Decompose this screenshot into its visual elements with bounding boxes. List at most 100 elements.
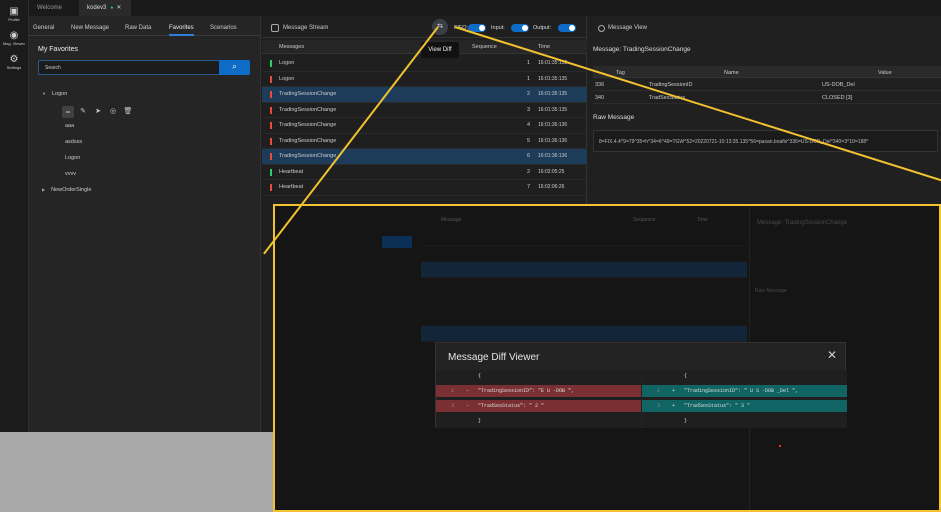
direction-indicator [270,60,272,67]
diff-line: { [642,370,847,382]
side-tabs: General New Message Raw Data Favorites S… [29,16,261,36]
diff-dialog-title: Message Diff Viewer [448,352,540,363]
view-icon[interactable]: ◎ [107,106,119,118]
table-row[interactable]: Logon 1 16:01:35:135 [262,72,587,87]
direction-indicator [270,168,272,176]
tag-table-header: Tag Name Value [593,66,941,78]
message-seq: 5 [526,137,530,144]
tree-item[interactable]: asdsss [65,139,82,145]
message-time: 16:01:36:136 [538,137,568,144]
search-button[interactable]: ⌕ [219,60,250,75]
message-time: 16:01:35:135 [538,106,568,113]
profile-button[interactable]: ▣ Profile [0,6,28,30]
message-stream-header: Message Stream ⇆ FIFO: Input: Output: [262,16,587,38]
value-cell: US-DOB_Del [822,82,855,88]
table-row[interactable]: TradingSessionChange 4 16:01:36:136 [262,118,587,134]
edit-icon[interactable]: ✎ [77,106,89,118]
message-seq: 2 [526,168,530,175]
close-icon[interactable]: ✕ [827,348,837,362]
red-dot [779,445,781,447]
selected-favorite-chip[interactable]: aa [62,106,74,118]
diff-line: 3 - "TradSesStatus": " 2 " [436,400,641,412]
direction-indicator [270,153,272,160]
table-row[interactable]: TradingSessionChange 3 16:01:35:135 [262,103,587,118]
tab-raw-data[interactable]: Raw Data [125,16,151,36]
message-seq: 7 [526,184,530,190]
message-name: Heartbeat [279,168,304,175]
tab-kodev3[interactable]: kodev3 ● ✕ [79,0,131,16]
favorites-title: My Favorites [38,46,79,53]
zoom-search-button [382,236,412,248]
col-tag: Tag [616,70,625,76]
message-seq: 3 [526,106,530,113]
tab-favorites[interactable]: Favorites [169,16,194,36]
table-row[interactable]: TradingSessionChange 2 16:01:35:135 [262,87,587,103]
diff-sign: - [466,403,470,409]
search-field: ⌕ [38,60,250,75]
table-row[interactable]: 336 TradingSessionID US-DOB_Del [593,78,941,91]
tab-general[interactable]: General [33,16,54,36]
tree-item[interactable]: aaa [65,123,74,129]
tree-node-logon[interactable]: ▼ Logon [42,91,67,97]
tab-welcome[interactable]: Welcome [29,0,79,16]
table-row[interactable]: 340 TradSesStatus CLOSED [3] [593,91,941,104]
zoom-message-heading: Message: TradingSessionChange [757,220,848,226]
tree-item[interactable]: vvvv [65,171,76,177]
tree-node-neworder[interactable]: ▶ NewOrderSingle [42,187,91,193]
col-sequence[interactable]: Sequence [472,44,497,50]
name-cell: TradingSessionID [649,82,693,88]
table-row[interactable]: Logon 1 16:01:35:132 [262,56,587,72]
activity-bar: ▣ Profile ◉ Msg. Viewer ⚙ Settings [0,0,29,432]
diff-line: } [642,415,847,427]
settings-label: Settings [6,65,22,70]
delete-icon[interactable]: 🗑 [122,106,134,118]
table-row[interactable]: Heartbeat 2 16:02:05:25 [262,165,587,180]
line-number: 3 [657,403,661,409]
raw-message-box: 8=FIX.4.4^9=79^35=h^34=6^49=TGW^52=20220… [593,130,938,152]
col-value: Value [878,70,892,76]
message-time: 16:01:36:136 [538,122,568,128]
tab-scenarios[interactable]: Scenarios [210,16,237,36]
tab-new-message[interactable]: New Message [71,16,109,36]
col-time[interactable]: Time [538,44,550,50]
message-time: 16:02:05:25 [538,168,565,175]
input-label: Input: [491,25,505,31]
direction-indicator [270,122,272,129]
search-input[interactable] [39,61,219,74]
message-name: TradingSessionChange [279,106,337,113]
send-icon[interactable]: ➤ [92,106,104,118]
tag-cell: 336 [595,82,605,88]
connected-dot-icon: ● [110,5,114,11]
col-messages[interactable]: Messages [279,44,304,50]
search-icon: ⌕ [232,62,237,71]
diff-sign: - [466,388,470,394]
tree-item[interactable]: Logon [65,155,80,161]
output-toggle[interactable] [558,24,576,32]
document-tabbar: Welcome kodev3 ● ✕ [29,0,941,16]
message-seq: 6 [526,153,530,159]
diff-line: } [436,415,641,427]
output-label: Output: [533,25,552,31]
zoom-inset: Message Sequence Time Message: TradingSe… [273,204,941,512]
diff-line: { [436,370,641,382]
value-cell: CLOSED [3] [822,95,853,101]
table-row[interactable]: TradingSessionChange 5 16:01:36:136 [262,134,587,149]
diff-text: "TradSesStatus": " 2 " [478,403,545,409]
close-tab-icon[interactable]: ✕ [116,5,121,11]
chevron-right-icon: ▶ [42,187,46,192]
message-seq: 1 [526,60,530,66]
diff-text: "TradingSessionID": "E U -DOB ", [478,388,575,394]
raw-message-text: 8=FIX.4.4^9=79^35=h^34=6^49=TGW^52=20220… [599,139,869,145]
msg-viewer-button[interactable]: ◉ Msg. Viewer [0,30,28,54]
line-number: 3 [451,403,455,409]
table-row[interactable]: TradingSessionChange 6 16:01:36:136 [262,149,587,165]
diff-line: 2 - "TradingSessionID": "E U -DOB ", [436,385,641,397]
zoom-col-sequence: Sequence [633,217,656,223]
diff-sign: + [672,403,676,409]
line-number: 2 [451,388,455,394]
message-stream-title: Message Stream [283,25,329,31]
diff-right-pane: {2 + "TradingSessionID": " U S -DOB _Del "… [642,370,847,428]
settings-button[interactable]: ⚙ Settings [0,54,28,78]
input-toggle[interactable] [511,24,529,32]
tree-node-logon-label: Logon [51,91,68,97]
